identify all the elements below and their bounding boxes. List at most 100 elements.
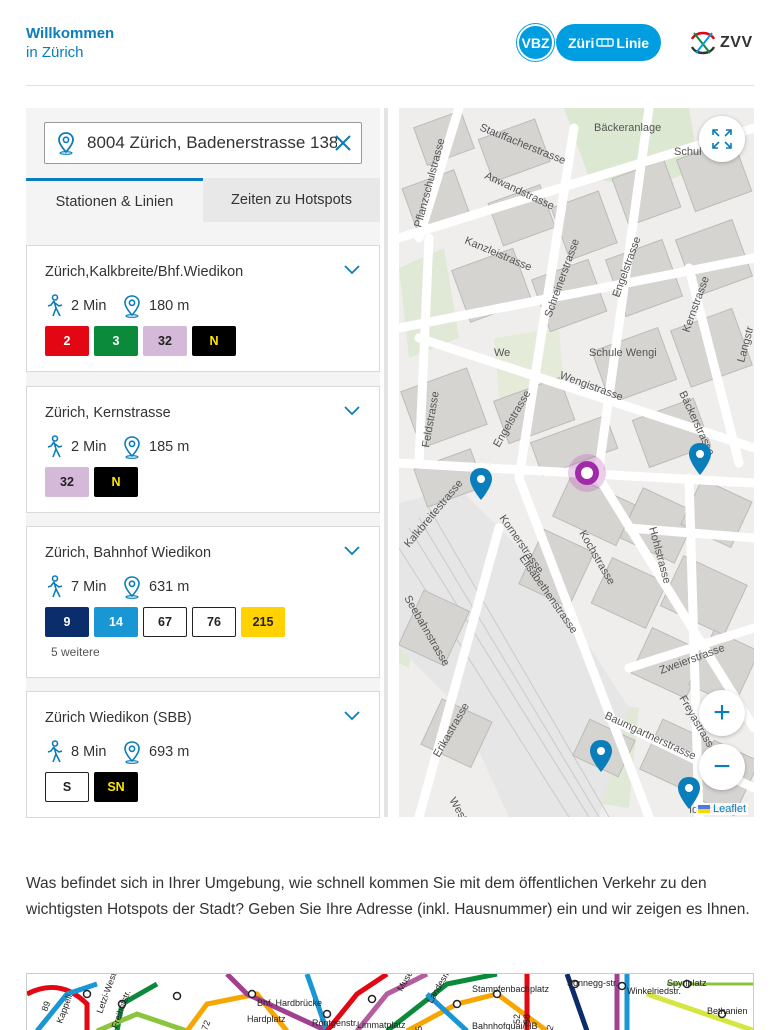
zueri-linie-logo[interactable]: Züri Linie — [556, 24, 661, 61]
ukraine-flag-icon — [697, 805, 710, 813]
walk-time: 2 Min — [71, 439, 107, 455]
fullscreen-button[interactable] — [699, 116, 745, 162]
network-map-preview[interactable]: 89 Kappeli Letzi-West Freihofstr. Bhf. Hardb… — [26, 973, 754, 1030]
tab-stationen-linien[interactable]: Stationen & Linien — [26, 178, 203, 222]
intro-description: Was befindet sich in Ihrer Umgebung, wie… — [26, 875, 750, 918]
leaflet-link[interactable]: Leaflet — [713, 803, 746, 815]
line-badge[interactable]: 76 — [192, 607, 236, 637]
address-search-field[interactable]: 8004 Zürich, Badenerstrasse 138 — [44, 122, 362, 164]
svg-text:Schul: Schul — [674, 146, 702, 158]
pin-icon — [124, 295, 140, 318]
chevron-down-icon[interactable] — [343, 264, 361, 276]
zoom-out-button[interactable]: − — [699, 744, 745, 790]
walking-icon — [47, 294, 63, 317]
network-station-label: Spyriplatz — [667, 978, 707, 988]
network-station-label: Limmatplatz — [357, 1020, 406, 1030]
line-badges: 9 14 67 76 215 — [45, 607, 285, 637]
zvv-mark-icon — [690, 31, 716, 55]
walk-time: 8 Min — [71, 744, 107, 760]
network-station-label: Röntgenstr. — [312, 1018, 358, 1028]
distance: 631 m — [149, 579, 190, 595]
line-badge[interactable]: 215 — [241, 607, 285, 637]
chevron-down-icon[interactable] — [343, 545, 361, 557]
panel-scrollbar[interactable] — [384, 108, 388, 817]
station-name: Zürich,Kalkbreite/Bhf.Wiedikon — [45, 264, 244, 280]
line-badge[interactable]: 32 — [143, 326, 187, 356]
network-station-label: Bethanien — [707, 1006, 748, 1016]
tab-zeiten-hotspots[interactable]: Zeiten zu Hotspots — [203, 178, 380, 222]
walking-icon — [47, 740, 63, 763]
line-badge[interactable]: 67 — [143, 607, 187, 637]
svg-text:Bäckeranlage: Bäckeranlage — [594, 122, 661, 134]
line-badge[interactable]: S — [45, 772, 89, 802]
zvv-label: ZVV — [720, 34, 753, 51]
line-badge[interactable]: 14 — [94, 607, 138, 637]
zvv-logo[interactable]: ZVV — [688, 28, 754, 58]
distance: 185 m — [149, 439, 190, 455]
walk-time: 2 Min — [71, 298, 107, 314]
distance: 693 m — [149, 744, 190, 760]
pin-icon — [124, 576, 140, 599]
welcome-line-2: in Zürich — [26, 44, 84, 61]
more-lines-link[interactable]: 5 weitere — [51, 645, 100, 659]
station-meta: 7 Min 631 m — [45, 575, 189, 599]
station-meta: 8 Min 693 m — [45, 740, 189, 764]
station-card[interactable]: Zürich, Kernstrasse 2 Min 185 m 32 N — [26, 386, 380, 513]
station-name: Zürich, Kernstrasse — [45, 405, 171, 421]
line-badges: 2 3 32 N — [45, 326, 236, 356]
close-icon[interactable] — [333, 133, 353, 153]
station-name: Zürich Wiedikon (SBB) — [45, 710, 192, 726]
current-location-marker — [568, 454, 606, 492]
line-badge[interactable]: N — [192, 326, 236, 356]
network-station-label: Landesmuseum — [425, 974, 466, 1005]
zoom-in-button[interactable]: + — [699, 690, 745, 736]
network-station-label: Sonnegg-str. — [567, 978, 618, 988]
plus-icon: + — [713, 696, 731, 729]
pin-icon — [58, 132, 74, 155]
site-header: Willkommen in Zürich VBZ Züri Linie ZVV — [26, 22, 754, 86]
network-station-label: 58 — [522, 1014, 532, 1024]
chevron-down-icon[interactable] — [343, 710, 361, 722]
walk-time: 7 Min — [71, 579, 107, 595]
zueri-label-a: Züri — [567, 34, 595, 51]
line-badge[interactable]: 3 — [94, 326, 138, 356]
map-view[interactable]: Stauffacherstrasse Pflanzschulstrasse An… — [399, 108, 754, 817]
map-attribution[interactable]: Leaflet — [695, 803, 748, 815]
pin-icon — [124, 741, 140, 764]
svg-text:We: We — [494, 347, 510, 359]
network-station-label: 52 — [512, 1014, 522, 1024]
tab-bar: Stationen & Linien Zeiten zu Hotspots — [26, 178, 380, 222]
station-name: Zürich, Bahnhof Wiedikon — [45, 545, 212, 561]
minus-icon: − — [713, 750, 731, 783]
station-meta: 2 Min 180 m — [45, 294, 189, 318]
line-badge[interactable]: 9 — [45, 607, 89, 637]
network-station-label: 5 — [414, 1026, 424, 1030]
svg-text:Schule Wengi: Schule Wengi — [589, 347, 657, 359]
tram-icon — [596, 37, 615, 47]
expand-icon — [712, 129, 732, 149]
distance: 180 m — [149, 298, 190, 314]
line-badge[interactable]: 32 — [45, 467, 89, 497]
line-badges: S SN — [45, 772, 138, 802]
address-search-value[interactable]: 8004 Zürich, Badenerstrasse 138 — [87, 133, 337, 153]
network-station-label: Hardplatz — [247, 1014, 286, 1024]
line-badge[interactable]: 2 — [45, 326, 89, 356]
station-card[interactable]: Zürich Wiedikon (SBB) 8 Min 693 m S SN — [26, 691, 380, 818]
station-panel: 8004 Zürich, Badenerstrasse 138 Statione… — [26, 108, 380, 818]
vbz-logo[interactable]: VBZ — [517, 24, 554, 61]
network-station-label: Stampfenbachplatz — [472, 984, 550, 994]
network-map-canvas: 89 Kappeli Letzi-WestFreihofstr. Bhf. Hardb… — [27, 974, 753, 1030]
line-badge[interactable]: N — [94, 467, 138, 497]
zueri-label-b: Linie — [616, 34, 650, 51]
chevron-down-icon[interactable] — [343, 405, 361, 417]
station-meta: 2 Min 185 m — [45, 435, 189, 459]
welcome-line-1: Willkommen — [26, 25, 115, 42]
line-badges: 32 N — [45, 467, 138, 497]
network-station-label: 72 — [199, 1019, 212, 1030]
walking-icon — [47, 575, 63, 598]
line-badge[interactable]: SN — [94, 772, 138, 802]
network-station-label: 2 — [544, 1024, 555, 1030]
station-card[interactable]: Zürich,Kalkbreite/Bhf.Wiedikon 2 Min 180 m… — [26, 245, 380, 372]
pin-icon — [124, 436, 140, 459]
station-card[interactable]: Zürich, Bahnhof Wiedikon 7 Min 631 m 9 14 67 7… — [26, 526, 380, 678]
